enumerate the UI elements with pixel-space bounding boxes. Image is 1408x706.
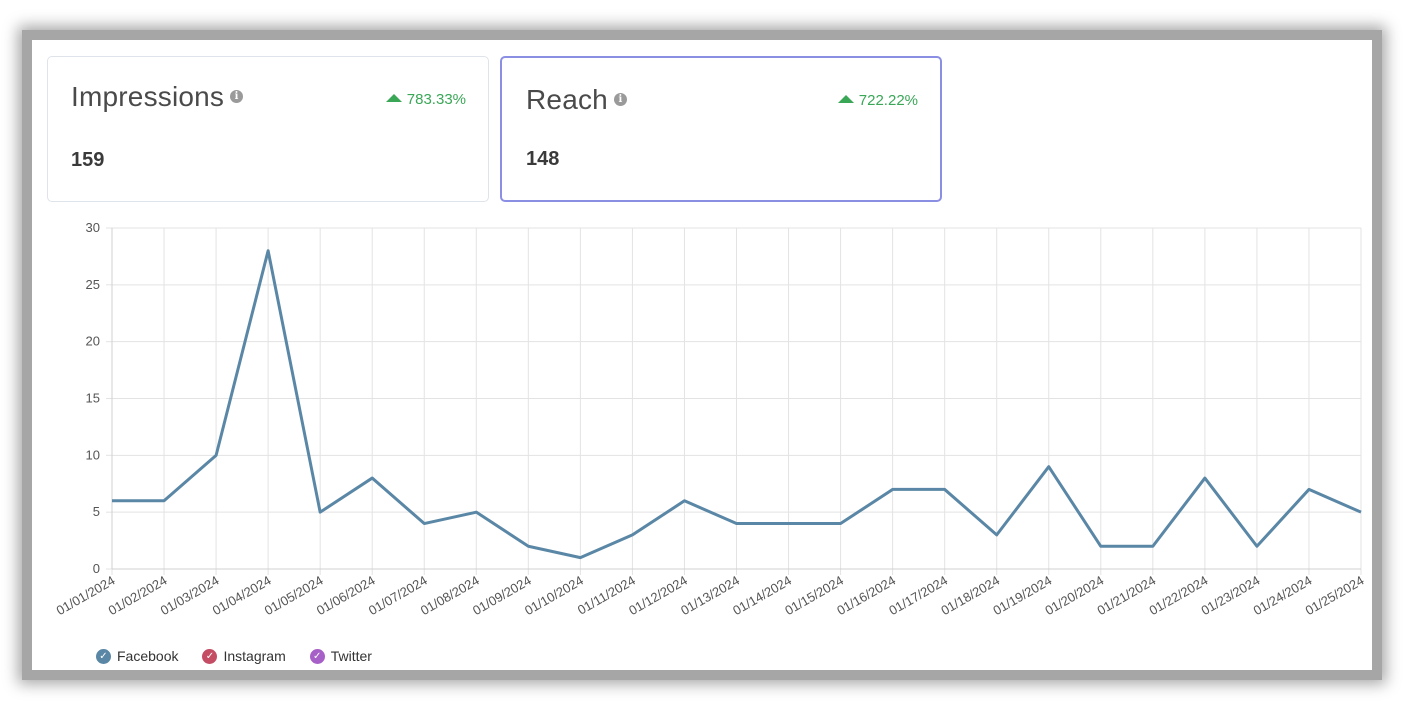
y-tick-label: 10 — [86, 447, 100, 462]
x-tick-label: 01/01/2024 — [54, 573, 118, 619]
line-chart: 0 5 10 15 20 25 30 01/01/202401/02/202401/03/20… — [54, 220, 1367, 619]
legend-item-facebook[interactable]: ✓ Facebook — [96, 648, 178, 664]
y-tick-label: 30 — [86, 220, 100, 235]
x-tick-label: 01/14/2024 — [730, 573, 794, 619]
dashboard-panel: Impressions i 783.33% 159 Reach i 722.22% … — [22, 30, 1382, 680]
x-tick-label: 01/04/2024 — [210, 573, 274, 619]
y-tick-label: 15 — [86, 391, 100, 406]
x-tick-label: 01/21/2024 — [1094, 573, 1158, 619]
x-tick-label: 01/16/2024 — [834, 573, 898, 619]
x-tick-label: 01/24/2024 — [1251, 573, 1315, 619]
x-tick-label: 01/10/2024 — [522, 573, 586, 619]
x-tick-label: 01/15/2024 — [782, 573, 846, 619]
legend-label: Twitter — [330, 648, 372, 664]
legend-label: Instagram — [223, 648, 286, 664]
legend-label: Facebook — [117, 648, 179, 664]
x-tick-label: 01/17/2024 — [886, 573, 950, 619]
x-tick-label: 01/18/2024 — [938, 573, 1002, 619]
y-tick-label: 20 — [86, 334, 100, 349]
x-tick-label: 01/22/2024 — [1147, 573, 1211, 619]
x-tick-label: 01/20/2024 — [1042, 573, 1106, 619]
y-tick-label: 0 — [93, 561, 100, 576]
check-circle-icon: ✓ — [309, 648, 325, 664]
x-tick-label: 01/13/2024 — [678, 573, 742, 619]
y-tick-label: 25 — [86, 277, 100, 292]
y-tick-label: 5 — [93, 504, 100, 519]
x-tick-label: 01/12/2024 — [626, 573, 690, 619]
x-tick-label: 01/25/2024 — [1303, 573, 1367, 619]
x-tick-label: 01/05/2024 — [262, 573, 326, 619]
legend-item-instagram[interactable]: ✓ Instagram — [202, 648, 286, 664]
x-tick-label: 01/19/2024 — [990, 573, 1054, 619]
x-tick-label: 01/09/2024 — [470, 573, 534, 619]
chart-legend: ✓ Facebook ✓ Instagram ✓ Twitter — [96, 648, 372, 664]
x-tick-label: 01/02/2024 — [106, 573, 170, 619]
check-circle-icon: ✓ — [202, 648, 218, 664]
check-circle-icon: ✓ — [96, 648, 111, 664]
legend-item-twitter[interactable]: ✓ Twitter — [309, 648, 372, 664]
x-tick-label: 01/23/2024 — [1199, 573, 1263, 619]
x-tick-label: 01/03/2024 — [158, 573, 222, 619]
x-tick-label: 01/07/2024 — [366, 573, 430, 619]
x-tick-label: 01/06/2024 — [314, 573, 378, 619]
x-tick-label: 01/08/2024 — [418, 573, 482, 619]
